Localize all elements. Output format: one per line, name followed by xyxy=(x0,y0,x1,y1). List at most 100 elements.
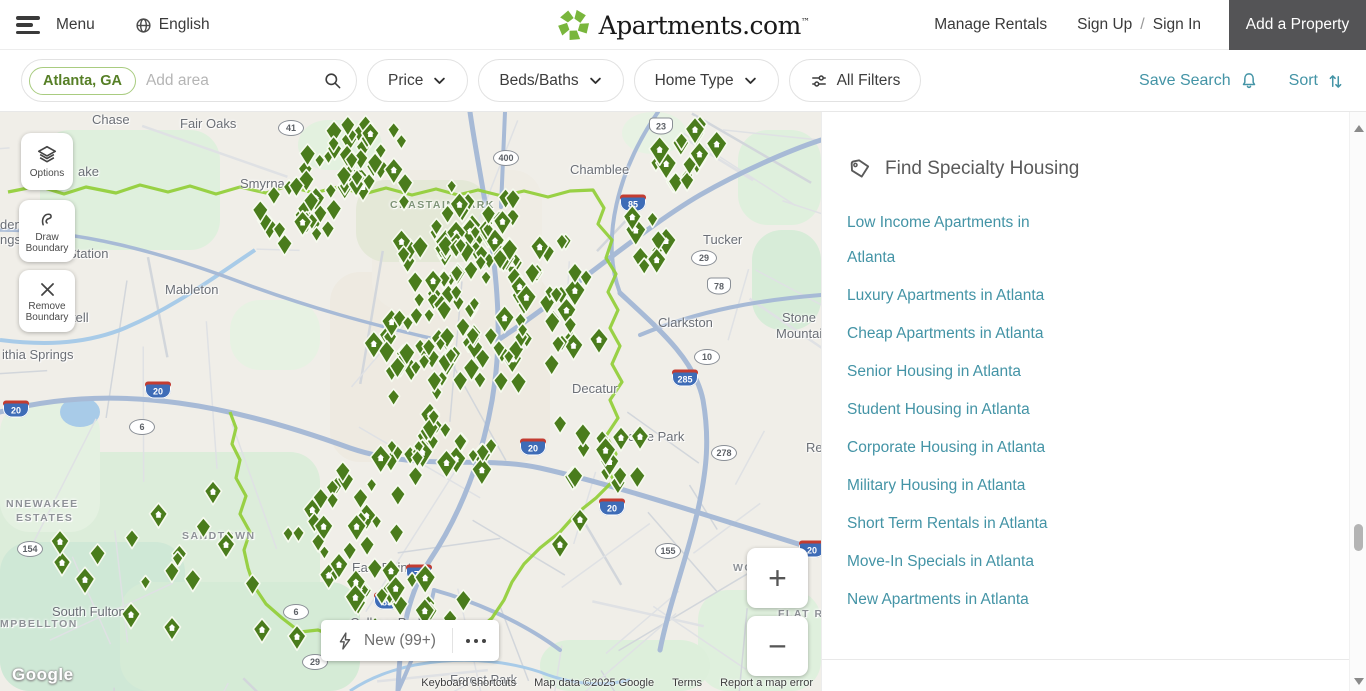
specialty-link[interactable]: Move-In Specials in Atlanta xyxy=(847,544,1057,579)
map-pin[interactable] xyxy=(447,180,457,194)
map-options-button[interactable]: Options xyxy=(21,133,73,190)
map-pin[interactable] xyxy=(571,509,588,533)
map-pin[interactable] xyxy=(494,371,509,392)
price-dropdown[interactable]: Price xyxy=(367,59,468,102)
all-filters-button[interactable]: All Filters xyxy=(789,59,922,102)
map-pin[interactable] xyxy=(575,423,592,446)
specialty-link[interactable]: Military Housing in Atlanta xyxy=(847,468,1057,503)
map-pin[interactable] xyxy=(321,220,334,239)
map-pin[interactable] xyxy=(360,536,375,557)
specialty-link[interactable]: Corporate Housing in Atlanta xyxy=(847,430,1057,465)
terms-link[interactable]: Terms xyxy=(672,677,702,689)
map-canvas[interactable]: ChaseFair OaksakeSmyrnadenngsWesley Stat… xyxy=(0,112,821,691)
map-pin[interactable] xyxy=(544,354,559,376)
hamburger-menu-icon[interactable] xyxy=(16,14,42,36)
map-pin[interactable] xyxy=(510,372,526,395)
home-type-dropdown[interactable]: Home Type xyxy=(634,59,779,102)
specialty-link[interactable]: Senior Housing in Atlanta xyxy=(847,354,1057,389)
new-listings-button[interactable]: New (99+) xyxy=(321,620,499,661)
specialty-link[interactable]: New Apartments in Atlanta xyxy=(847,582,1057,617)
save-search-button[interactable]: Save Search xyxy=(1139,71,1259,91)
panel-scrollbar[interactable] xyxy=(1349,112,1366,691)
map-pin[interactable] xyxy=(288,625,306,650)
map-pin[interactable] xyxy=(293,526,305,542)
map-pin[interactable] xyxy=(51,530,69,556)
map-pin[interactable] xyxy=(414,292,425,307)
map-pin[interactable] xyxy=(415,565,436,594)
scroll-up-arrow[interactable] xyxy=(1354,125,1364,132)
map-pin[interactable] xyxy=(495,305,515,332)
map-pin[interactable] xyxy=(140,575,150,589)
manage-rentals-link[interactable]: Manage Rentals xyxy=(934,16,1047,34)
map-pin[interactable] xyxy=(388,122,400,139)
keyboard-shortcuts-link[interactable]: Keyboard shortcuts xyxy=(421,677,516,689)
map-pin[interactable] xyxy=(396,134,407,149)
zoom-in-button[interactable]: + xyxy=(747,548,808,608)
specialty-links-list: Low Income Apartments in AtlantaLuxury A… xyxy=(847,205,1366,617)
map-pin[interactable] xyxy=(253,619,270,643)
map-pin[interactable] xyxy=(551,533,569,558)
map-pin[interactable] xyxy=(75,567,95,594)
map-pin[interactable] xyxy=(366,478,376,493)
map-pin[interactable] xyxy=(407,271,423,293)
menu-button[interactable]: Menu xyxy=(56,16,95,34)
location-pill[interactable]: Atlanta, GA xyxy=(29,67,136,95)
more-options-icon[interactable] xyxy=(453,639,499,643)
map-pin[interactable] xyxy=(122,603,141,629)
map-pin[interactable] xyxy=(590,328,609,354)
zoom-out-button[interactable]: − xyxy=(747,616,808,676)
map-pin[interactable] xyxy=(343,542,357,561)
report-error-link[interactable]: Report a map error xyxy=(720,677,813,689)
scroll-down-arrow[interactable] xyxy=(1354,678,1364,685)
map-pin[interactable] xyxy=(412,236,429,259)
map-pin[interactable] xyxy=(453,371,468,392)
specialty-link[interactable]: Student Housing in Atlanta xyxy=(847,392,1057,427)
map-pin[interactable] xyxy=(631,425,649,450)
map-pin[interactable] xyxy=(390,485,405,506)
add-area-input[interactable] xyxy=(146,72,313,90)
map-pin[interactable] xyxy=(325,183,336,199)
map-pin[interactable] xyxy=(149,503,167,528)
map-pin[interactable] xyxy=(389,523,404,543)
map-pin[interactable] xyxy=(326,199,342,221)
map-pin[interactable] xyxy=(481,271,492,286)
specialty-link[interactable]: Cheap Apartments in Atlanta xyxy=(847,316,1057,351)
map-pin[interactable] xyxy=(204,481,221,505)
map-pin[interactable] xyxy=(196,518,211,539)
map-pin[interactable] xyxy=(647,212,658,228)
map-pin[interactable] xyxy=(125,529,139,548)
language-selector[interactable]: English xyxy=(135,16,210,34)
scrollbar-thumb[interactable] xyxy=(1354,524,1363,551)
beds-baths-dropdown[interactable]: Beds/Baths xyxy=(478,59,623,102)
remove-boundary-button[interactable]: Remove Boundary xyxy=(19,270,75,332)
sign-up-link[interactable]: Sign Up xyxy=(1077,16,1132,34)
draw-boundary-button[interactable]: Draw Boundary xyxy=(19,200,75,262)
map-pin[interactable] xyxy=(553,415,567,434)
map-pin[interactable] xyxy=(267,186,281,205)
map-pin[interactable] xyxy=(245,574,260,595)
map-pin[interactable] xyxy=(706,131,727,160)
map-pin[interactable] xyxy=(90,544,106,566)
map-pin[interactable] xyxy=(53,552,70,576)
map-pin[interactable] xyxy=(398,194,410,210)
sort-button[interactable]: Sort xyxy=(1289,72,1345,91)
map-pin[interactable] xyxy=(164,617,181,641)
lightning-bolt-icon xyxy=(335,631,355,651)
search-icon[interactable] xyxy=(323,71,342,90)
map-pin[interactable] xyxy=(367,558,382,579)
map-pin[interactable] xyxy=(283,527,294,542)
map-pin[interactable] xyxy=(387,389,399,406)
apartments-logo[interactable]: Apartments.com™ xyxy=(557,0,810,50)
specialty-link[interactable]: Luxury Apartments in Atlanta xyxy=(847,278,1057,313)
specialty-link[interactable]: Low Income Apartments in Atlanta xyxy=(847,205,1057,275)
map-pin[interactable] xyxy=(456,590,472,612)
map-pin[interactable] xyxy=(185,569,201,592)
map-pin[interactable] xyxy=(629,466,645,488)
sign-in-link[interactable]: Sign In xyxy=(1153,16,1201,34)
search-area-field[interactable]: Atlanta, GA xyxy=(21,59,357,102)
add-property-button[interactable]: Add a Property xyxy=(1229,0,1366,50)
map-pin[interactable] xyxy=(408,466,423,486)
globe-icon xyxy=(135,17,152,34)
specialty-link[interactable]: Short Term Rentals in Atlanta xyxy=(847,506,1057,541)
map-pin[interactable] xyxy=(567,263,582,284)
